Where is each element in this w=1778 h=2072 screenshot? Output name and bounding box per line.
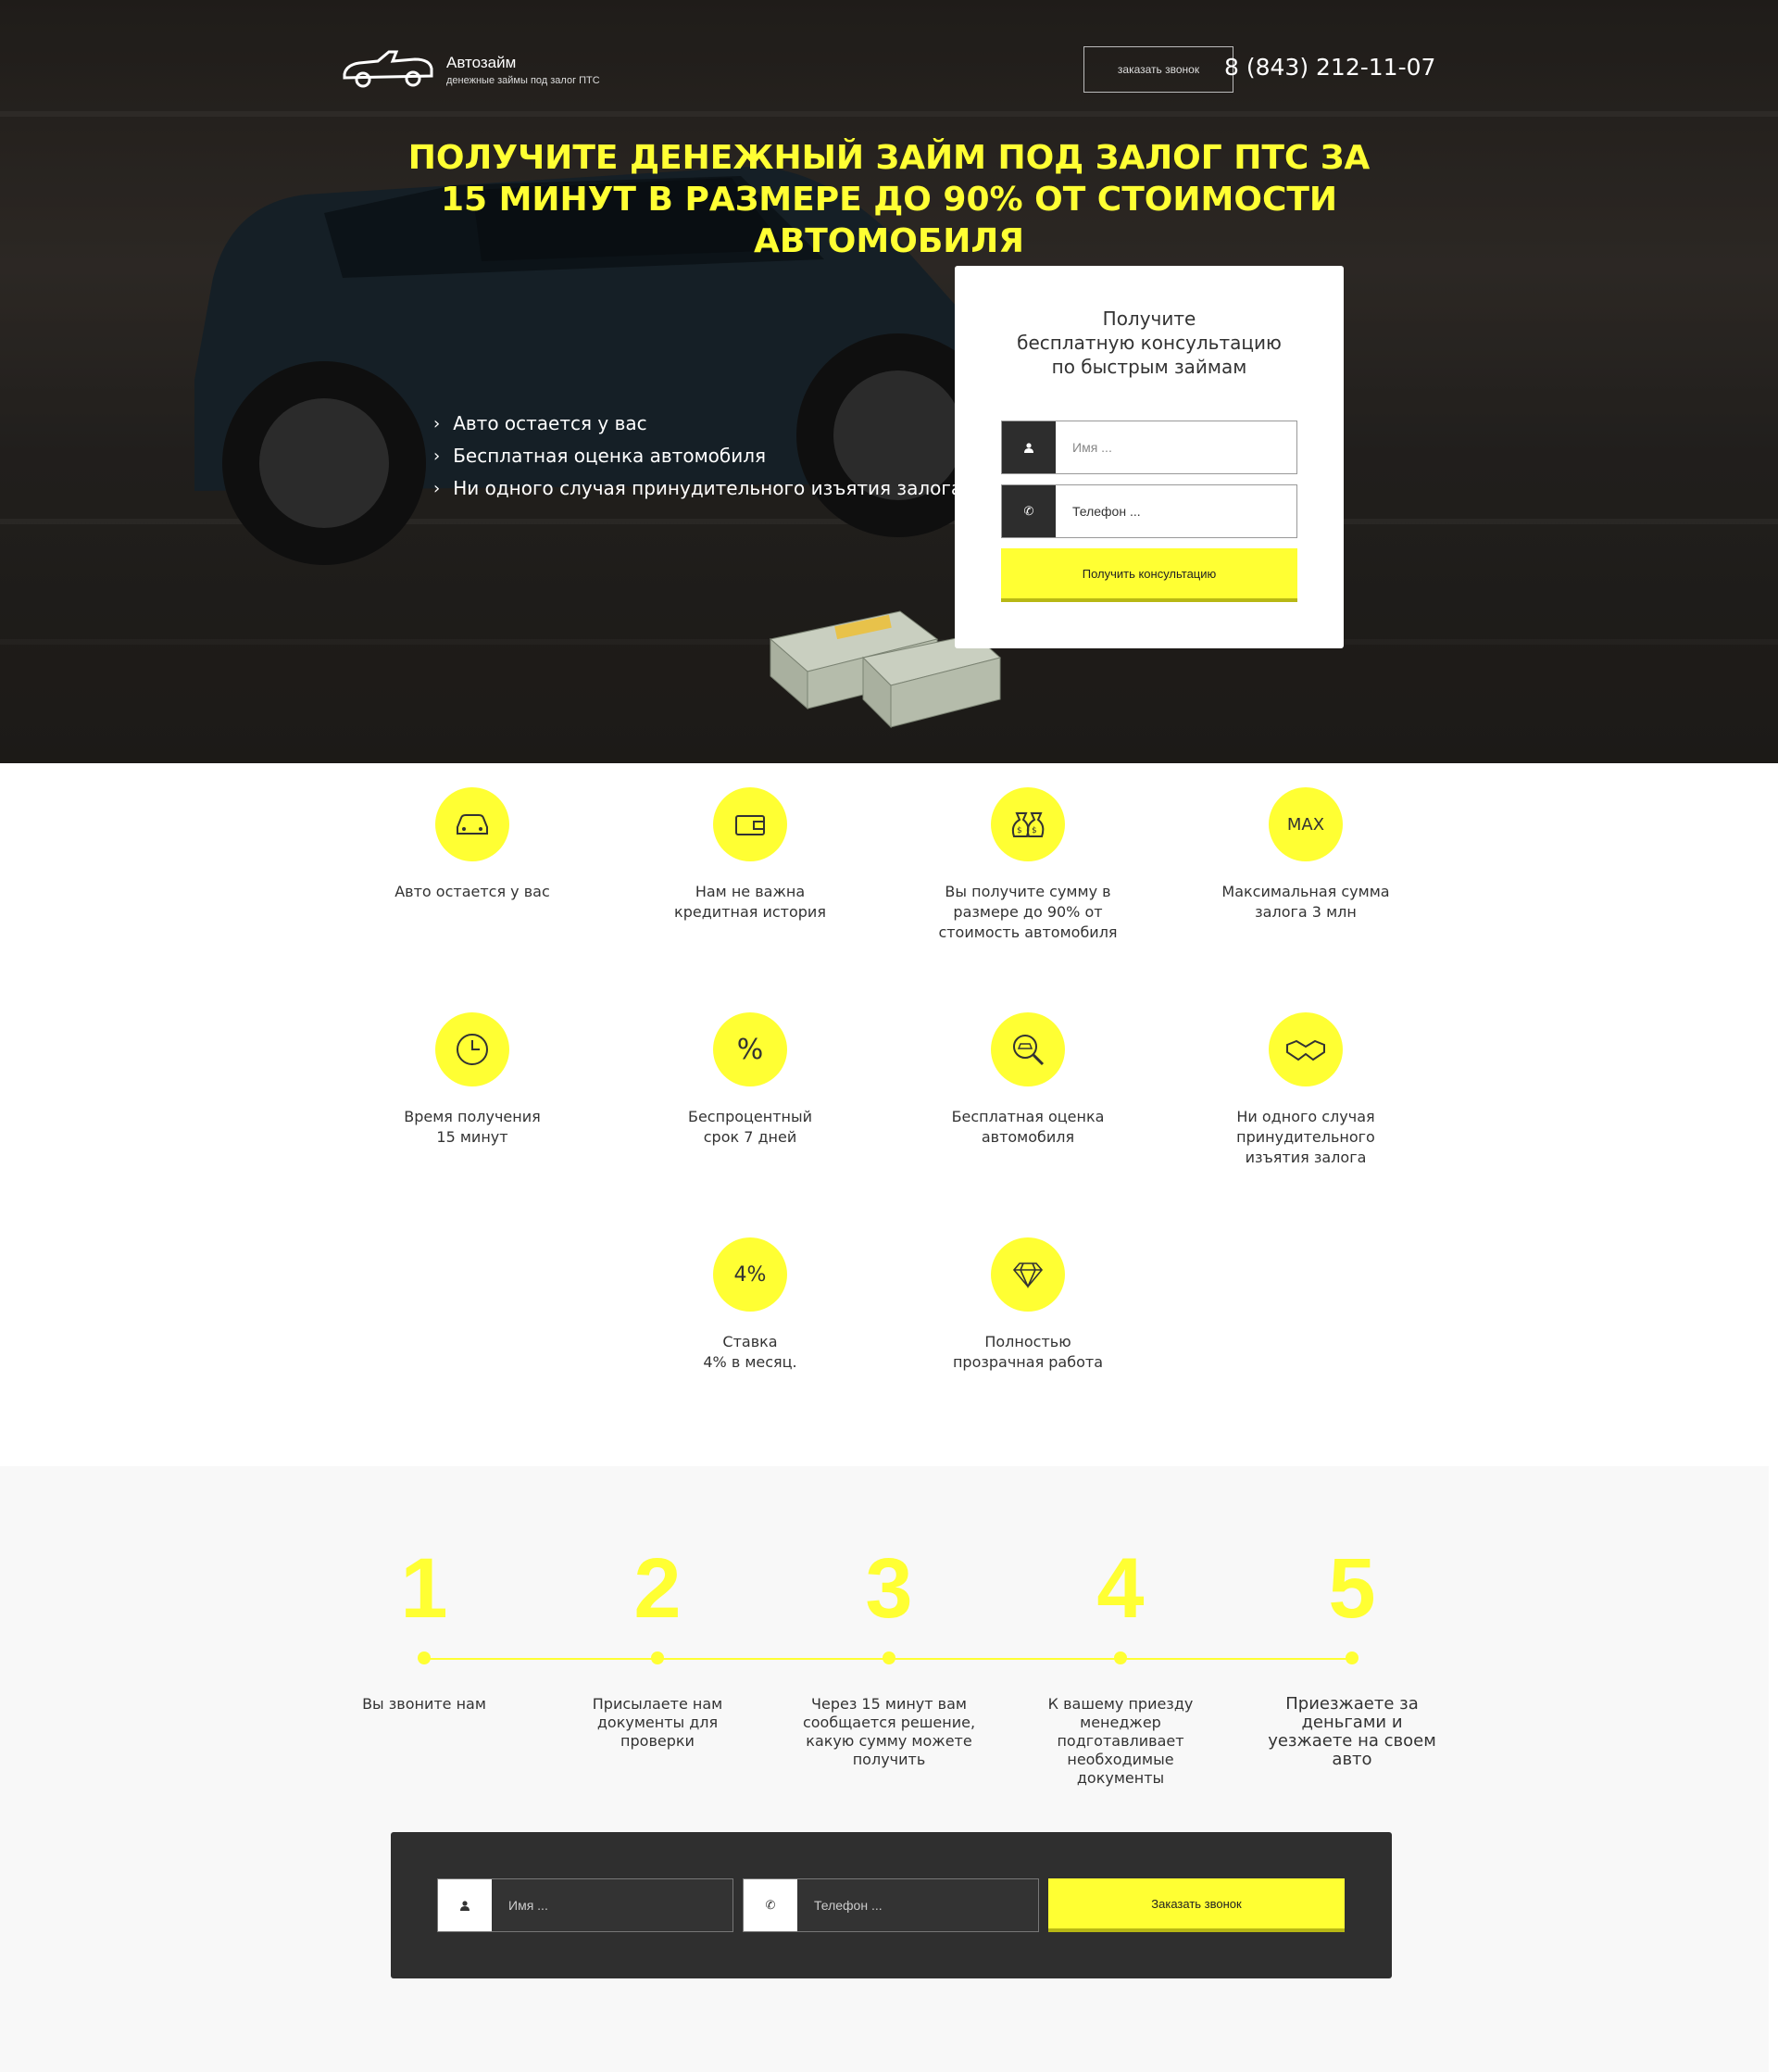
form-title: Получите бесплатную консультацию по быст…	[955, 307, 1344, 379]
feature-item: $ $ Вы получите сумму в размере до 90% от…	[926, 787, 1130, 943]
name-field[interactable]: Имя ...	[1001, 421, 1297, 474]
wallet-icon	[713, 787, 787, 861]
phone-field[interactable]: ✆ Телефон ...	[1001, 484, 1297, 538]
step-dot	[651, 1651, 664, 1664]
step-dot	[1114, 1651, 1127, 1664]
phone-icon: ✆	[744, 1879, 797, 1931]
hero-bullets: › Авто остается у вас › Бесплатная оценка …	[433, 408, 962, 505]
phone-icon: ✆	[1002, 485, 1056, 537]
percent-icon-text: %	[736, 1033, 764, 1066]
feature-item: Нам не важна кредитная история	[648, 787, 852, 923]
step-item: 4 К вашему приезду менеджер подготавлива…	[1033, 1541, 1208, 1787]
step-description: Вы звоните нам	[362, 1695, 486, 1713]
money-bags-icon: $ $	[991, 787, 1065, 861]
form-title-line: Получите	[1102, 308, 1196, 330]
step-number: 1	[400, 1541, 448, 1636]
handshake-icon	[1269, 1012, 1343, 1086]
user-icon	[1002, 421, 1056, 473]
feature-item: % Беспроцентный срок 7 дней	[648, 1012, 852, 1148]
feature-label: Нам не важна кредитная история	[674, 883, 826, 921]
feature-item: 4% Ставка 4% в месяц.	[648, 1237, 852, 1373]
form-title-line: бесплатную консультацию	[1017, 332, 1282, 354]
max-icon-text: MAX	[1286, 814, 1325, 835]
step-dot	[883, 1651, 895, 1664]
step-item: 3 Через 15 минут вам сообщается решение,…	[801, 1541, 977, 1768]
bullet-text: Бесплатная оценка автомобиля	[453, 445, 767, 467]
feature-label: Авто остается у вас	[394, 883, 550, 900]
feature-item: Время получения 15 минут	[370, 1012, 574, 1148]
svg-text:$: $	[1032, 826, 1037, 835]
get-consultation-button[interactable]: Получить консультацию	[1001, 548, 1297, 602]
phone-input[interactable]: Телефон ...	[797, 1879, 1038, 1931]
logo-title: Автозайм	[446, 53, 517, 71]
consultation-form: Получите бесплатную консультацию по быст…	[955, 266, 1344, 648]
step-description: К вашему приезду менеджер подготавливает…	[1047, 1695, 1194, 1787]
rate-icon-text: 4%	[733, 1262, 767, 1287]
feature-item: Авто остается у вас	[370, 787, 574, 902]
step-dot	[418, 1651, 431, 1664]
step-number: 3	[865, 1541, 913, 1636]
order-call-button[interactable]: Заказать звонок	[1048, 1878, 1345, 1932]
feature-label: Беспроцентный срок 7 дней	[687, 1108, 813, 1146]
name-input[interactable]: Имя ...	[1056, 421, 1296, 473]
car-icon	[435, 787, 509, 861]
percent-icon: %	[713, 1012, 787, 1086]
chevron-right-icon: ›	[433, 414, 441, 433]
feature-item: MAX Максимальная сумма залога 3 млн	[1204, 787, 1408, 923]
bullet-item: › Бесплатная оценка автомобиля	[433, 440, 962, 472]
feature-item: Бесплатная оценка автомобиля	[926, 1012, 1130, 1148]
max-icon: MAX	[1269, 787, 1343, 861]
feature-item: Ни одного случая принудительного изъятия…	[1204, 1012, 1408, 1168]
user-icon	[438, 1879, 492, 1931]
step-dot	[1346, 1651, 1359, 1664]
form-title-line: по быстрым займам	[1051, 356, 1247, 378]
feature-label: Полностью прозрачная работа	[952, 1333, 1104, 1371]
feature-label: Время получения 15 минут	[404, 1108, 541, 1146]
chevron-right-icon: ›	[433, 479, 441, 498]
clock-icon	[435, 1012, 509, 1086]
step-description: Присылаете нам документы для проверки	[592, 1695, 723, 1750]
step-number: 4	[1096, 1541, 1145, 1636]
callback-button[interactable]: заказать звонок	[1083, 46, 1233, 93]
step-item: 2 Присылаете нам документы для проверки	[570, 1541, 745, 1750]
callback-form: Имя ... ✆ Телефон ... Заказать звонок	[391, 1832, 1392, 1978]
rate-icon: 4%	[713, 1237, 787, 1312]
chevron-right-icon: ›	[433, 446, 441, 466]
bullet-item: › Авто остается у вас	[433, 408, 962, 440]
bullet-item: › Ни одного случая принудительного изъяти…	[433, 472, 962, 505]
feature-label: Вы получите сумму в размере до 90% от ст…	[938, 883, 1118, 941]
phone-number[interactable]: 8 (843) 212-11-07	[1224, 54, 1435, 81]
step-item: 1 Вы звоните нам	[336, 1541, 512, 1713]
convertible-car-icon	[343, 50, 433, 88]
feature-label: Бесплатная оценка автомобиля	[951, 1108, 1105, 1146]
svg-text:$: $	[1017, 826, 1022, 835]
step-number: 2	[633, 1541, 682, 1636]
logo[interactable]: Автозайм денежные займы под залог ПТС	[341, 46, 600, 93]
bullet-text: Ни одного случая принудительного изъятия…	[453, 477, 963, 499]
step-item: 5 Приезжаете за деньгами и уезжаете на с…	[1264, 1541, 1440, 1769]
feature-item: Полностью прозрачная работа	[926, 1237, 1130, 1373]
feature-label: Ставка 4% в месяц.	[703, 1333, 797, 1371]
step-description: Через 15 минут вам сообщается решение, к…	[802, 1695, 976, 1768]
bullet-text: Авто остается у вас	[453, 412, 647, 434]
phone-field[interactable]: ✆ Телефон ...	[743, 1878, 1039, 1932]
phone-input[interactable]: Телефон ...	[1056, 485, 1296, 537]
feature-label: Ни одного случая принудительного изъятия…	[1236, 1108, 1375, 1166]
logo-subtitle: денежные займы под залог ПТС	[446, 74, 600, 86]
step-number: 5	[1328, 1541, 1376, 1636]
name-input[interactable]: Имя ...	[492, 1879, 732, 1931]
hero-headline: Получите денежный займ под залог ПТС за …	[407, 139, 1371, 260]
hero-section: Автозайм денежные займы под залог ПТС за…	[0, 0, 1778, 763]
feature-label: Максимальная сумма залога 3 млн	[1221, 883, 1390, 921]
name-field[interactable]: Имя ...	[437, 1878, 733, 1932]
diamond-icon	[991, 1237, 1065, 1312]
step-description: Приезжаете за деньгами и уезжаете на сво…	[1268, 1694, 1436, 1769]
car-search-icon	[991, 1012, 1065, 1086]
